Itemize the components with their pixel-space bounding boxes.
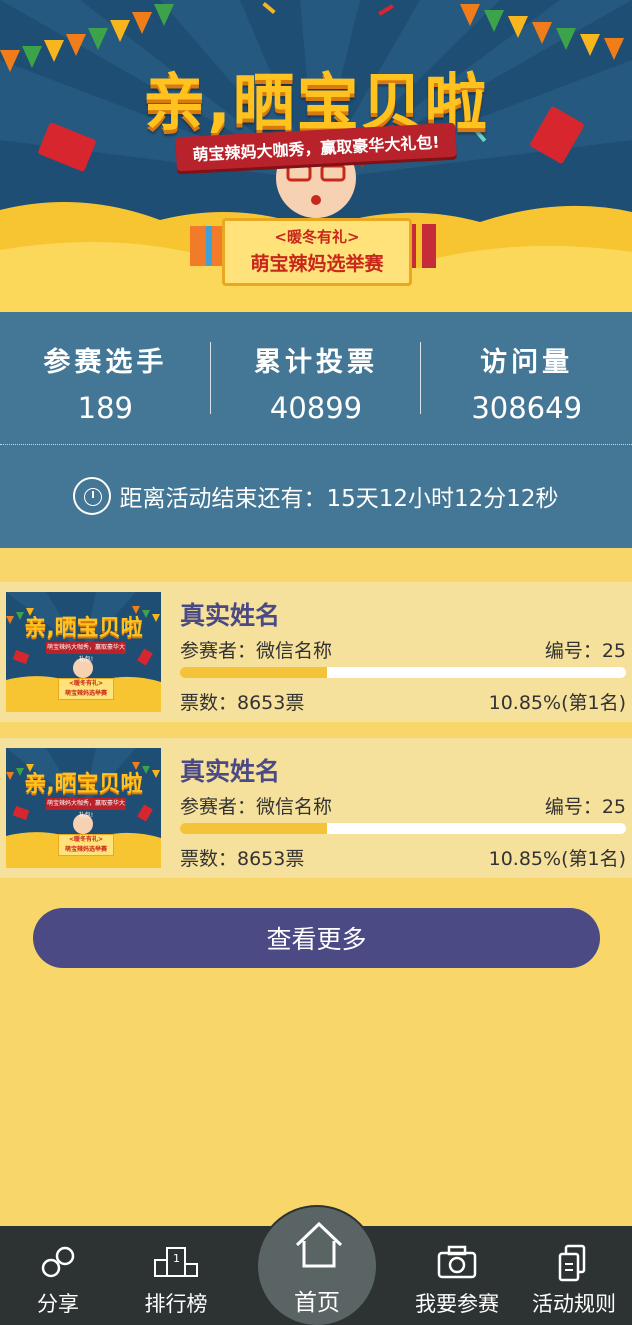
stat-total-votes: 累计投票 40899 xyxy=(211,312,422,444)
list-item[interactable]: 亲,晒宝贝啦 萌宝辣妈大咖秀，赢取豪华大礼包! <暖冬有礼> 萌宝辣妈选举赛 真… xyxy=(0,582,632,722)
thumbnail-sign-subtitle: <暖冬有礼> xyxy=(68,680,104,687)
stat-value: 40899 xyxy=(269,391,363,425)
thumbnail-sign-title: 萌宝辣妈选举赛 xyxy=(64,846,107,853)
stats-row: 参赛选手 189 累计投票 40899 访问量 308649 xyxy=(0,312,632,444)
vote-progress-bar xyxy=(180,823,626,834)
stat-value: 189 xyxy=(77,391,134,425)
tab-home[interactable]: 首页 xyxy=(256,1205,378,1325)
entry-number: 编号：25 xyxy=(544,640,626,662)
header-banner: 亲,晒宝贝啦 萌宝辣妈大咖秀，赢取豪华大礼包! <暖冬有礼> 萌宝辣妈选举赛 xyxy=(0,0,632,312)
banner-sign-subtitle: <暖冬有礼> xyxy=(274,228,360,246)
podium-icon: 1 xyxy=(154,1247,198,1277)
entry-percent: 10.85%(第1名) xyxy=(488,692,626,714)
entry-list: 亲,晒宝贝啦 萌宝辣妈大咖秀，赢取豪华大礼包! <暖冬有礼> 萌宝辣妈选举赛 真… xyxy=(0,582,632,894)
tab-label: 排行榜 xyxy=(144,1292,208,1316)
tab-join[interactable]: 我要参赛 xyxy=(398,1226,516,1325)
entry-number: 编号：25 xyxy=(544,796,626,818)
thumbnail-sign-title: 萌宝辣妈选举赛 xyxy=(64,690,107,697)
stat-visits: 访问量 308649 xyxy=(421,312,632,444)
entry-thumbnail[interactable]: 亲,晒宝贝啦 萌宝辣妈大咖秀，赢取豪华大礼包! <暖冬有礼> 萌宝辣妈选举赛 xyxy=(6,748,161,868)
thumbnail-ribbon: 萌宝辣妈大咖秀，赢取豪华大礼包! xyxy=(46,798,126,819)
stat-value: 308649 xyxy=(471,391,583,425)
thumbnail-sign: <暖冬有礼> 萌宝辣妈选举赛 xyxy=(58,834,114,856)
document-icon xyxy=(558,1244,586,1282)
stat-label: 累计投票 xyxy=(254,347,378,378)
entry-player: 参赛者：微信名称 xyxy=(180,796,333,818)
vote-progress-bar xyxy=(180,667,626,678)
thumbnail-ribbon: 萌宝辣妈大咖秀，赢取豪华大礼包! xyxy=(46,642,126,663)
entry-votes: 票数：8653票 xyxy=(180,692,305,714)
tab-label: 我要参赛 xyxy=(415,1292,499,1316)
thumbnail-sign-subtitle: <暖冬有礼> xyxy=(68,836,104,843)
tab-ranking[interactable]: 1 排行榜 xyxy=(116,1226,236,1325)
tab-label: 活动规则 xyxy=(532,1292,616,1316)
banner-title: 亲,晒宝贝啦 xyxy=(143,66,489,139)
entry-name[interactable]: 真实姓名 xyxy=(180,596,280,632)
stat-label: 访问量 xyxy=(480,347,574,378)
tab-share[interactable]: 分享 xyxy=(0,1226,116,1325)
stats-panel: 参赛选手 189 累计投票 40899 访问量 308649 距离活动结束还有：… xyxy=(0,312,632,548)
entry-votes: 票数：8653票 xyxy=(180,848,305,870)
tab-label: 分享 xyxy=(37,1292,79,1316)
home-icon xyxy=(295,1221,343,1268)
entry-player: 参赛者：微信名称 xyxy=(180,640,333,662)
thumbnail-sign: <暖冬有礼> 萌宝辣妈选举赛 xyxy=(58,678,114,700)
tab-label: 首页 xyxy=(294,1290,340,1316)
list-item[interactable]: 亲,晒宝贝啦 萌宝辣妈大咖秀，赢取豪华大礼包! <暖冬有礼> 萌宝辣妈选举赛 真… xyxy=(0,738,632,878)
entry-percent: 10.85%(第1名) xyxy=(488,848,626,870)
camera-icon xyxy=(437,1245,477,1279)
dotted-divider xyxy=(0,444,632,445)
vote-progress-fill xyxy=(180,667,328,678)
banner-sign-title: 萌宝辣妈选举赛 xyxy=(250,253,384,275)
thumbnail-title: 亲,晒宝贝啦 xyxy=(24,616,143,641)
clock-icon xyxy=(73,477,112,515)
vote-progress-fill xyxy=(180,823,328,834)
tab-rules[interactable]: 活动规则 xyxy=(516,1226,632,1325)
stat-label: 参赛选手 xyxy=(43,347,168,378)
view-more-button[interactable]: 查看更多 xyxy=(33,908,600,968)
entry-name[interactable]: 真实姓名 xyxy=(180,752,280,788)
svg-text:1: 1 xyxy=(173,1252,180,1265)
thumbnail-title: 亲,晒宝贝啦 xyxy=(24,772,143,797)
banner-sign: <暖冬有礼> 萌宝辣妈选举赛 xyxy=(222,218,412,286)
share-icon xyxy=(41,1246,75,1278)
countdown-text: 距离活动结束还有：15天12小时12分12秒 xyxy=(119,486,559,512)
stat-participants: 参赛选手 189 xyxy=(0,312,211,444)
entry-thumbnail[interactable]: 亲,晒宝贝啦 萌宝辣妈大咖秀，赢取豪华大礼包! <暖冬有礼> 萌宝辣妈选举赛 xyxy=(6,592,161,712)
countdown: 距离活动结束还有：15天12小时12分12秒 xyxy=(0,476,632,516)
